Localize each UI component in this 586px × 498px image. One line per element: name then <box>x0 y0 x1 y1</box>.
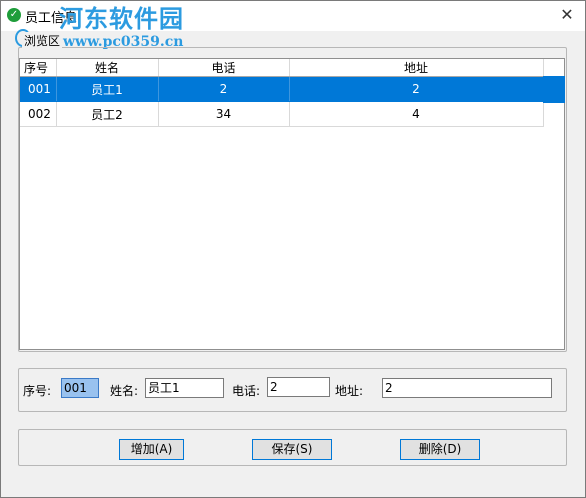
id-label: 序号: <box>23 384 52 398</box>
employee-grid[interactable]: 序号 姓名 电话 地址 001 员工1 2 2 002 员工2 34 4 <box>19 58 565 350</box>
phone-label: 电话: <box>232 384 261 398</box>
cell-id[interactable]: 002 <box>20 101 57 127</box>
column-header-phone[interactable]: 电话 <box>158 59 290 77</box>
name-label: 姓名: <box>110 384 139 398</box>
table-header-row: 序号 姓名 电话 地址 <box>20 59 544 77</box>
delete-button-label: 删除(D) <box>418 442 462 456</box>
add-button[interactable]: 增加(A) <box>119 439 184 460</box>
phone-field[interactable]: 2 <box>267 377 330 397</box>
cell-phone[interactable]: 2 <box>158 76 290 102</box>
delete-button[interactable]: 删除(D) <box>400 439 480 460</box>
save-button-label: 保存(S) <box>271 442 313 456</box>
column-header-name[interactable]: 姓名 <box>56 59 159 77</box>
cell-address[interactable]: 2 <box>289 76 544 102</box>
column-header-address[interactable]: 地址 <box>289 59 544 77</box>
cell-name[interactable]: 员工1 <box>56 76 159 102</box>
cell-phone[interactable]: 34 <box>158 101 290 127</box>
column-header-id[interactable]: 序号 <box>20 59 57 77</box>
watermark-title: 河东软件园 <box>59 4 184 33</box>
address-field[interactable]: 2 <box>382 378 552 398</box>
browse-group-legend: 浏览区 <box>22 32 63 49</box>
add-button-label: 增加(A) <box>130 442 173 456</box>
close-icon[interactable]: ✕ <box>557 5 577 25</box>
save-button[interactable]: 保存(S) <box>252 439 332 460</box>
name-field[interactable]: 员工1 <box>145 378 224 398</box>
selected-row-marker <box>543 76 565 103</box>
table-row[interactable]: 001 员工1 2 2 <box>20 76 544 102</box>
employee-table: 序号 姓名 电话 地址 001 员工1 2 2 002 员工2 34 4 <box>20 59 544 127</box>
cell-name[interactable]: 员工2 <box>56 101 159 127</box>
table-row[interactable]: 002 员工2 34 4 <box>20 101 544 127</box>
watermark: 河东软件园 www.pc0359.cn <box>59 4 184 50</box>
check-circle-icon: ✓ <box>7 8 21 22</box>
cell-address[interactable]: 4 <box>289 101 544 127</box>
id-field[interactable]: 001 <box>61 378 99 398</box>
cell-id[interactable]: 001 <box>20 76 57 102</box>
address-label: 地址: <box>335 384 364 398</box>
